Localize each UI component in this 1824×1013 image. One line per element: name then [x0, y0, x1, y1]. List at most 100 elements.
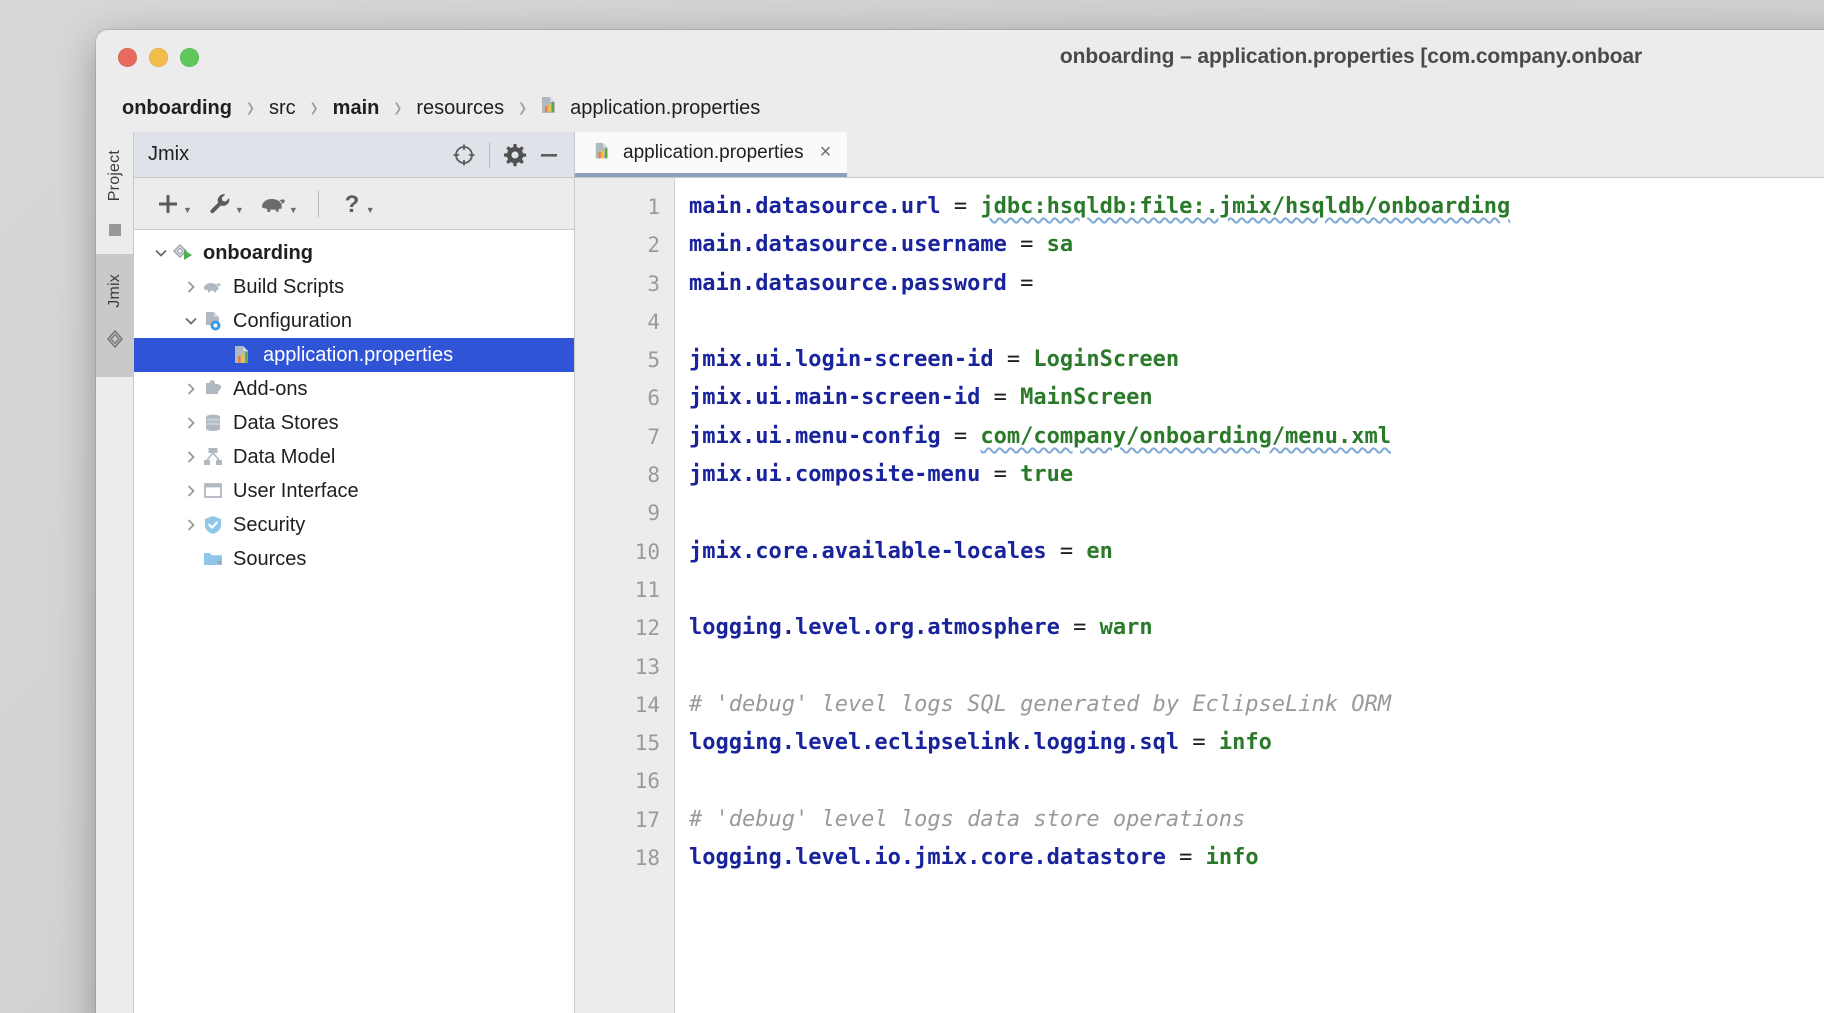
window-title: onboarding – application.properties [com… [1059, 45, 1643, 68]
code-line[interactable]: # 'debug' level logs data store operatio… [689, 801, 1824, 839]
chevron-down-icon[interactable] [180, 310, 202, 332]
property-equals: = [1179, 730, 1219, 756]
line-number: 14 [634, 692, 660, 717]
property-value: true [1020, 462, 1074, 488]
sidebar-tab-jmix[interactable]: Jmix [106, 264, 124, 318]
tree-item-data-stores[interactable]: Data Stores [134, 406, 574, 440]
add-button[interactable]: ▼ [148, 186, 198, 222]
tool-window-title: Jmix [148, 143, 190, 165]
chevron-down-icon: ▼ [365, 204, 375, 215]
tree-item-label: Data Stores [233, 412, 339, 434]
code-line[interactable] [689, 762, 1824, 800]
help-button[interactable]: ? ▼ [333, 186, 381, 222]
code-line[interactable] [689, 571, 1824, 609]
property-value: LoginScreen [1033, 347, 1180, 373]
code-line[interactable]: jmix.ui.main-screen-id = MainScreen [689, 379, 1824, 417]
breadcrumb-item-main[interactable]: main [331, 97, 382, 120]
code-line[interactable]: # 'debug' level logs SQL generated by Ec… [689, 686, 1824, 724]
line-number: 3 [647, 271, 660, 296]
chevron-right-icon[interactable] [180, 446, 202, 468]
gradle-elephant-button[interactable]: ▼ [252, 186, 304, 222]
properties-file-icon [593, 141, 613, 164]
properties-file-icon [232, 344, 254, 366]
tree-item-build-scripts[interactable]: Build Scripts [134, 270, 574, 304]
tree-item-label: Security [233, 514, 306, 536]
property-equals: = [1059, 615, 1100, 641]
code-line[interactable]: main.datasource.url = jdbc:hsqldb:file:.… [689, 188, 1824, 226]
breadcrumb-separator-icon: › [394, 90, 402, 124]
gear-icon[interactable] [498, 138, 532, 172]
left-tool-strip: Project Jmix [96, 132, 134, 1013]
code-line[interactable] [689, 303, 1824, 341]
tree-item-data-model[interactable]: Data Model [134, 440, 574, 474]
breadcrumb-item-resources[interactable]: resources [414, 97, 506, 120]
chevron-right-icon[interactable] [180, 514, 202, 536]
breadcrumb-item-src[interactable]: src [267, 97, 298, 120]
property-value: info [1218, 730, 1272, 756]
jmix-project-tree[interactable]: onboarding Build Scripts Configuration a… [134, 230, 574, 1013]
breadcrumb-item-onboarding[interactable]: onboarding [120, 97, 234, 120]
tree-item-configuration[interactable]: Configuration [134, 304, 574, 338]
close-icon[interactable]: × [820, 141, 832, 164]
code-line[interactable]: jmix.ui.login-screen-id = LoginScreen [689, 341, 1824, 379]
chevron-right-icon[interactable] [180, 480, 202, 502]
code-line[interactable]: jmix.core.available-locales = en [689, 533, 1824, 571]
breadcrumb: onboarding › src › main › resources › ap… [96, 84, 1824, 132]
line-number: 15 [634, 731, 660, 756]
property-key: logging.level.eclipselink.logging.sql [689, 730, 1180, 756]
minimize-icon[interactable] [532, 138, 566, 172]
tree-item-security[interactable]: Security [134, 508, 574, 542]
locate-target-icon[interactable] [447, 138, 481, 172]
property-equals: = [1165, 845, 1206, 871]
editor-tab-application-properties[interactable]: application.properties × [575, 132, 848, 177]
line-number: 11 [634, 577, 660, 602]
chevron-down-icon[interactable] [150, 242, 172, 264]
tree-item-add-ons[interactable]: Add-ons [134, 372, 574, 406]
property-key: logging.level.org.atmosphere [689, 615, 1060, 641]
code-line[interactable]: logging.level.eclipselink.logging.sql = … [689, 724, 1824, 762]
header-divider [489, 141, 490, 168]
data-model-icon [202, 446, 224, 468]
property-key: main.datasource.password [689, 270, 1007, 296]
code-line[interactable] [689, 648, 1824, 686]
code-line[interactable]: main.datasource.password = [689, 265, 1824, 303]
code-line[interactable]: jmix.ui.menu-config = com/company/onboar… [689, 418, 1824, 456]
window-body: Project Jmix Jmix ▼ ▼ ▼ ? ▼ onboarding B… [96, 132, 1824, 1013]
tree-item-application-properties[interactable]: application.properties [134, 338, 574, 372]
code-editor[interactable]: 1 2 3 4 5 6 7 8 9 10 11 12 13 14 15 16 17 18 main.datasou… [575, 178, 1824, 1013]
tree-item-sources[interactable]: Sources [134, 542, 574, 576]
tree-item-user-interface[interactable]: User Interface [134, 474, 574, 508]
property-equals: = [980, 462, 1021, 488]
line-number: 1 [647, 195, 660, 219]
line-number: 4 [647, 309, 660, 334]
chevron-right-icon[interactable] [180, 412, 202, 434]
property-value: com/company/onboarding/menu.xml [980, 423, 1392, 449]
code-line[interactable]: logging.level.org.atmosphere = warn [689, 609, 1824, 647]
breadcrumb-item-application-properties[interactable]: application.properties [568, 97, 762, 120]
jmix-logo-icon[interactable] [104, 328, 126, 355]
sidebar-tab-project[interactable]: Project [106, 140, 124, 211]
settings-wrench-button[interactable]: ▼ [200, 186, 250, 222]
tree-item-label: Configuration [233, 310, 352, 332]
editor-tab-label: application.properties [623, 141, 804, 163]
breadcrumb-separator-icon: › [519, 90, 527, 124]
toolbar-divider [317, 190, 319, 217]
code-line[interactable]: logging.level.io.jmix.core.datastore = i… [689, 839, 1824, 877]
property-equals: = [993, 347, 1034, 373]
code-line[interactable]: jmix.ui.composite-menu = true [689, 456, 1824, 494]
chevron-right-icon[interactable] [180, 276, 202, 298]
editor-code[interactable]: main.datasource.url = jdbc:hsqldb:file:.… [675, 178, 1824, 1013]
code-line[interactable] [689, 494, 1824, 532]
line-number: 5 [647, 348, 660, 373]
puzzle-piece-icon [202, 378, 224, 400]
property-key: main.datasource.url [689, 194, 941, 219]
code-line[interactable]: main.datasource.username = sa [689, 226, 1824, 264]
tree-item-onboarding[interactable]: onboarding [134, 236, 574, 270]
structure-icon[interactable] [106, 221, 124, 244]
chevron-right-icon[interactable] [180, 378, 202, 400]
property-equals: = [940, 194, 981, 219]
property-key: logging.level.io.jmix.core.datastore [689, 845, 1166, 871]
tree-item-label: Build Scripts [233, 276, 345, 298]
chevron-down-icon: ▼ [183, 204, 192, 215]
property-key: jmix.ui.menu-config [689, 423, 941, 449]
